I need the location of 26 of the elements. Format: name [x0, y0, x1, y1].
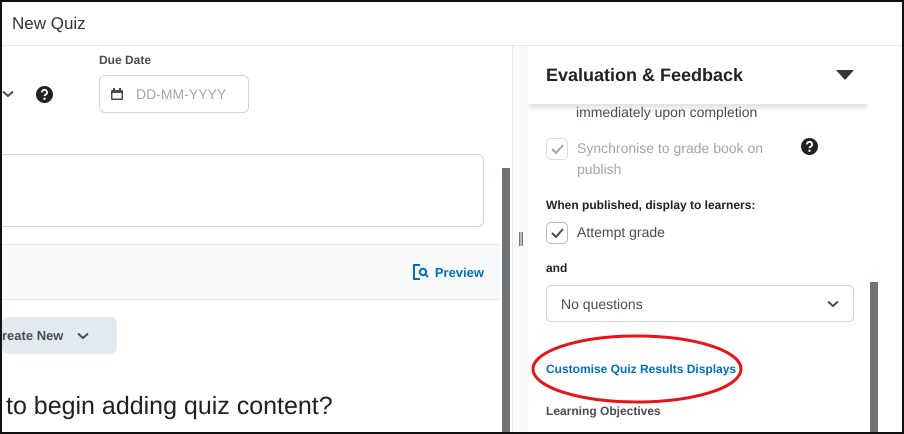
window-title: New Quiz: [12, 14, 86, 34]
chevron-down-icon: [2, 90, 14, 98]
calendar-icon: [110, 87, 124, 101]
preview-link[interactable]: Preview: [412, 264, 484, 280]
section-label: and: [546, 261, 568, 275]
option-text: immediately upon completion: [575, 103, 758, 122]
help-icon[interactable]: [36, 86, 53, 102]
splitter-handle[interactable]: [512, 46, 528, 432]
check-icon: [550, 144, 564, 154]
caret-icon: [836, 70, 854, 80]
section-label: When published, display to learners:: [546, 198, 756, 212]
checkbox-label: Attempt grade: [577, 223, 666, 242]
results-select[interactable]: No questions: [546, 285, 854, 322]
checkbox-label: Synchronise to grade book on publish: [577, 139, 764, 179]
create-new-button[interactable]: reate New: [2, 317, 117, 354]
heading: to begin adding quiz content?: [5, 392, 334, 421]
customise-link[interactable]: Customise Quiz Results Displays: [546, 362, 736, 376]
chevron-down-icon: [77, 332, 90, 340]
date-field[interactable]: DD-MM-YYYY: [99, 75, 249, 113]
field-label: Due Date: [99, 53, 152, 67]
checkbox[interactable]: [546, 222, 568, 244]
section-label: Learning Objectives: [546, 404, 662, 418]
chevron-down-icon: [827, 300, 839, 308]
section-header[interactable]: Evaluation & Feedback: [528, 46, 868, 104]
check-icon: [550, 228, 564, 238]
preview-icon: [412, 264, 429, 280]
